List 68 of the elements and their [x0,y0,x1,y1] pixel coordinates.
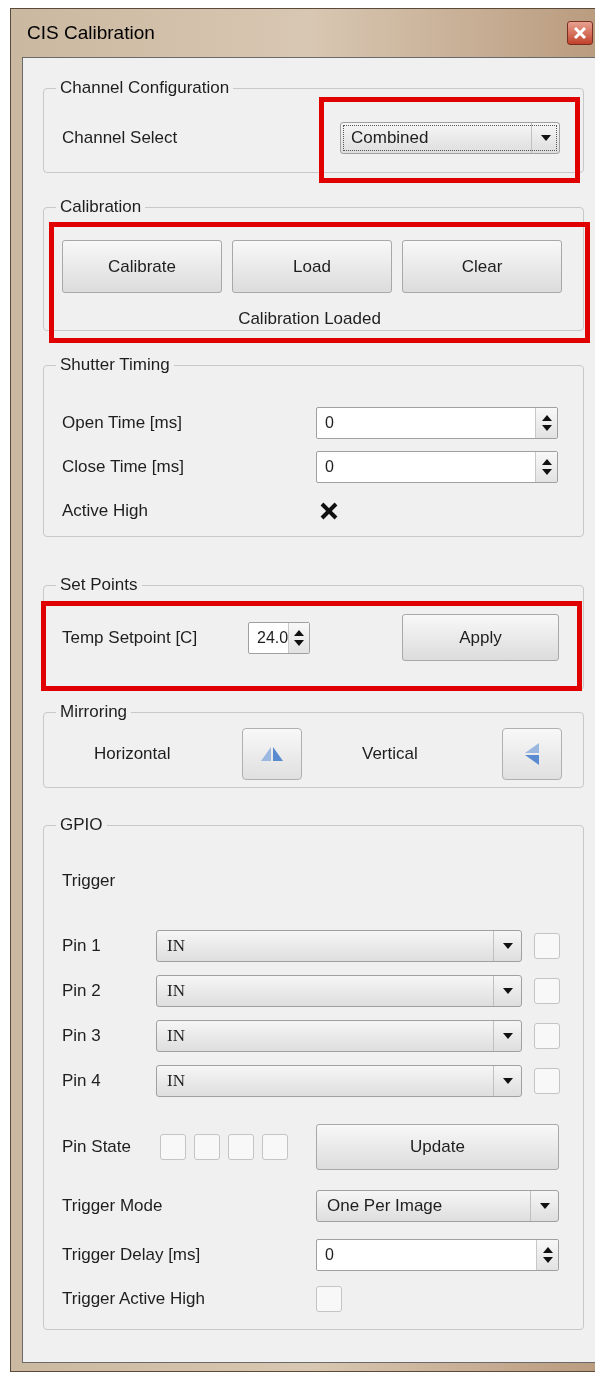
spin-arrows-icon [294,628,305,647]
dropdown[interactable]: Combined [340,122,560,154]
checkbox[interactable] [534,1068,560,1094]
checkbox[interactable] [160,1134,186,1160]
caret-icon [502,943,513,949]
dropdown[interactable]: IN [156,930,522,962]
spin-box[interactable]: 24.0 [248,621,310,654]
apply-button[interactable]: Apply [402,614,559,661]
spin-box[interactable]: 0 [316,407,558,439]
close-button[interactable] [567,21,593,45]
caret-icon [502,1033,513,1039]
mirror-button[interactable] [502,728,562,780]
field-label: Trigger Mode [62,1195,164,1218]
caret-icon [539,1203,550,1209]
field-label: Close Time [ms] [62,456,185,479]
caret-icon [502,1078,513,1084]
dropdown-value: One Per Image [326,1195,444,1218]
field-label: Pin 1 [62,935,102,958]
field-label: Pin 4 [62,1070,102,1093]
field-label: Pin State [62,1136,132,1159]
field-label: Channel Select [62,127,179,150]
dropdown[interactable]: One Per Image [316,1190,559,1222]
field-label: Trigger [62,870,116,893]
mirror-horizontal-icon [261,747,283,761]
spin-arrows-icon [541,458,552,476]
caret-icon [540,135,551,141]
checkbox[interactable] [262,1134,288,1160]
checkbox[interactable] [534,978,560,1004]
checkbox[interactable] [228,1134,254,1160]
calibration-button[interactable]: Load [232,240,392,293]
dropdown-value: IN [166,1025,186,1048]
checkbox[interactable] [316,1286,342,1312]
checkbox[interactable] [534,933,560,959]
mirror-vertical-icon [525,743,539,765]
spin-arrows-icon [541,414,552,432]
calibration-button[interactable]: Clear [402,240,562,293]
spin-arrows-icon [542,1246,553,1264]
caret-icon [502,988,513,994]
status-text: Calibration Loaded [238,308,381,330]
dropdown-value: IN [166,935,186,958]
spin-value: 0 [324,457,335,477]
field-label: Pin 2 [62,980,102,1003]
dropdown-value: IN [166,1070,186,1093]
dropdown[interactable]: IN [156,1065,522,1097]
field-label: Pin 3 [62,1025,102,1048]
mirror-label: Vertical [362,743,419,766]
window-title: CIS Calibration [27,20,155,45]
calibration-button[interactable]: Calibrate [62,240,222,293]
update-button[interactable]: Update [316,1124,559,1170]
mirror-button[interactable] [242,728,302,780]
dropdown-value: Combined [350,127,430,150]
dropdown[interactable]: IN [156,975,522,1007]
field-label: Trigger Delay [ms] [62,1244,202,1267]
spin-value: 24.0 [256,627,289,648]
mirror-label: Horizontal [94,743,172,766]
spin-box[interactable]: 0 [316,451,558,483]
dropdown-value: IN [166,980,186,1003]
checkbox[interactable] [534,1023,560,1049]
field-label: Temp Setpoint [C] [62,626,199,649]
field-label: Trigger Active High [62,1288,206,1311]
checkbox[interactable] [194,1134,220,1160]
close-icon [573,26,587,40]
field-label: Active High [62,500,149,523]
field-label: Open Time [ms] [62,412,183,435]
spin-value: 0 [324,413,335,433]
spin-value: 0 [324,1245,335,1265]
dropdown[interactable]: IN [156,1020,522,1052]
spin-box[interactable]: 0 [316,1239,559,1271]
